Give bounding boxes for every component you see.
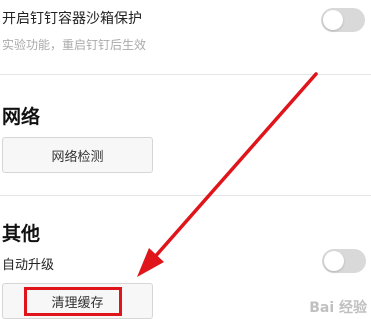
auto-update-label: 自动升级 [2, 258, 55, 273]
divider [0, 195, 371, 196]
toggle-knob [324, 251, 344, 271]
divider [0, 74, 371, 75]
baidu-watermark: Bai 经验 [309, 300, 367, 316]
other-section-heading: 其他 [2, 223, 41, 245]
auto-update-toggle[interactable] [322, 249, 366, 273]
sandbox-protection-description: 实验功能，重启钉钉后生效 [2, 38, 147, 52]
annotation-highlight-box [24, 287, 122, 316]
annotation-arrow-shaft [151, 72, 318, 261]
network-section-heading: 网络 [2, 106, 41, 128]
toggle-knob [323, 10, 343, 30]
sandbox-protection-toggle[interactable] [321, 8, 365, 32]
network-check-button[interactable]: 网络检测 [2, 137, 153, 173]
sandbox-protection-label: 开启钉钉容器沙箱保护 [2, 11, 142, 27]
annotation-arrow-head [137, 248, 164, 277]
